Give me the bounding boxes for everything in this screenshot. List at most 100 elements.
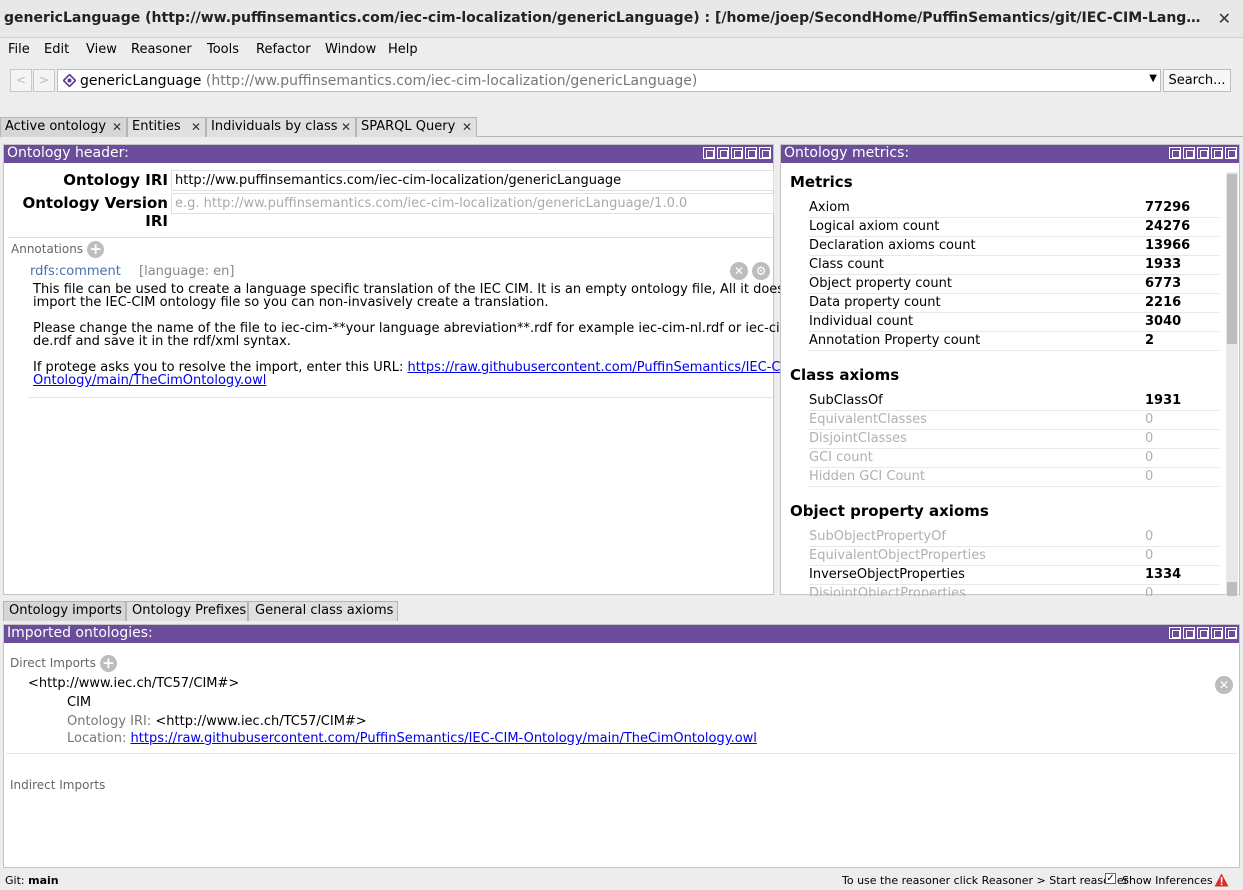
minimize-icon[interactable] [1197,147,1209,159]
ontology-metrics-view: Ontology metrics: Metrics Axiom 77296 Log… [780,144,1240,596]
maximize-icon[interactable] [745,147,757,159]
split-icon[interactable] [717,147,729,159]
ontology-header-view: Ontology header: Ontology IRI http://ww.… [3,144,800,595]
menu-help[interactable]: Help [388,42,418,57]
import-url-link-continued[interactable]: Ontology/main/TheCimOntology.owl [33,373,266,388]
git-label: Git: [5,874,25,887]
ontology-icon [63,74,76,87]
metric-row: Annotation Property count 2 [809,332,1219,351]
close-tab-icon[interactable]: ✕ [191,118,201,136]
view-header: Ontology metrics: [781,145,1239,163]
scrollbar-thumb[interactable] [1227,174,1237,344]
status-bar: Git: main To use the reasoner click Reas… [0,870,1243,890]
tab-ontology-prefixes[interactable]: Ontology Prefixes [126,601,248,621]
indirect-imports-label: Indirect Imports [10,778,106,792]
entity-iri: (http://ww.puffinsemantics.com/iec-cim-l… [205,73,698,89]
menu-window[interactable]: Window [325,42,376,57]
tab-sparql-query[interactable]: SPARQL Query ✕ [356,117,477,137]
back-button[interactable]: < [10,69,32,92]
ontology-version-iri-field[interactable]: e.g. http://ww.puffinsemantics.com/iec-c… [171,193,774,214]
show-inferences-checkbox[interactable]: ✓ [1105,873,1116,884]
location-link[interactable]: https://raw.githubusercontent.com/Puffin… [131,731,757,746]
menu-tools[interactable]: Tools [207,42,239,57]
ontology-iri-caption: Ontology IRI: [67,714,152,729]
close-tab-icon[interactable]: ✕ [112,118,122,136]
menu-view[interactable]: View [86,42,117,57]
warning-icon[interactable] [1214,873,1229,887]
metric-row: EquivalentClasses 0 [809,411,1219,430]
forward-button[interactable]: > [33,69,55,92]
menu-bar: File Edit View Reasoner Tools Refactor W… [0,38,1243,62]
metrics-section-title: Class axioms [790,366,900,384]
search-button[interactable]: Search... [1163,69,1231,92]
close-view-icon[interactable] [759,147,771,159]
close-view-icon[interactable] [1225,627,1237,639]
help-icon[interactable] [703,147,715,159]
menu-edit[interactable]: Edit [44,42,69,57]
help-icon[interactable] [1169,147,1181,159]
ontology-iri-field[interactable]: http://ww.puffinsemantics.com/iec-cim-lo… [171,170,774,191]
metric-row: Axiom 77296 [809,199,1219,218]
navigation-bar: < > genericLanguage (http://ww.puffinsem… [0,62,1243,100]
tab-entities[interactable]: Entities ✕ [127,117,206,137]
direct-imports-label: Direct Imports [10,656,96,670]
annotation-language: [language: en] [139,264,235,279]
maximize-icon[interactable] [1211,147,1223,159]
metric-row: InverseObjectProperties 1334 [809,566,1219,585]
split-icon[interactable] [1183,147,1195,159]
tab-individuals-by-class[interactable]: Individuals by class ✕ [206,117,356,137]
show-inferences-label[interactable]: Show Inferences [1122,874,1213,887]
import-iri[interactable]: <http://www.iec.ch/TC57/CIM#> [28,676,239,691]
divider [28,397,773,398]
metric-row: Data property count 2216 [809,294,1219,313]
main-tabs: Active ontology ✕ Entities ✕ Individuals b… [0,117,1243,137]
minimize-icon[interactable] [731,147,743,159]
imported-ontologies-view: Imported ontologies: Direct Imports + <h… [3,624,1240,868]
bottom-tabs: Ontology imports Ontology Prefixes Gener… [0,601,1243,621]
tab-general-class-axioms[interactable]: General class axioms [248,601,398,621]
metrics-section-title: Metrics [790,173,853,191]
active-entity-selector[interactable]: genericLanguage (http://ww.puffinsemanti… [57,69,1161,92]
close-view-icon[interactable] [1225,147,1237,159]
remove-import-icon[interactable]: ✕ [1215,676,1233,694]
metrics-list[interactable]: Metrics Axiom 77296 Logical axiom count 24… [782,164,1226,596]
ontology-iri-value: <http://www.iec.ch/TC57/CIM#> [155,714,367,729]
menu-refactor[interactable]: Refactor [256,42,311,57]
add-annotation-icon[interactable]: + [87,241,105,258]
tab-ontology-imports[interactable]: Ontology imports [3,601,126,621]
annotation-text-line: import the IEC-CIM ontology file so you … [33,295,549,310]
window-title: genericLanguage (http://ww.puffinsemanti… [4,10,1209,26]
import-name: CIM [67,695,92,710]
metric-row: DisjointClasses 0 [809,430,1219,449]
view-controls [1169,147,1237,161]
maximize-icon[interactable] [1211,627,1223,639]
git-branch: main [28,874,59,887]
annotation-text-line: Ontology/main/TheCimOntology.owl [33,374,266,387]
split-icon[interactable] [1183,627,1195,639]
scrollbar-thumb-bottom[interactable] [1227,582,1237,596]
menu-reasoner[interactable]: Reasoner [131,42,192,57]
import-url-link[interactable]: https://raw.githubusercontent.com/Puffin… [408,360,801,375]
close-tab-icon[interactable]: ✕ [341,118,351,136]
metric-row: GCI count 0 [809,449,1219,468]
metric-row: Hidden GCI Count 0 [809,468,1219,487]
delete-annotation-icon[interactable]: ✕ [730,262,748,280]
minimize-icon[interactable] [1197,627,1209,639]
annotations-section: Annotations + rdfs:comment [language: en… [8,237,800,595]
add-import-icon[interactable]: + [99,655,117,672]
metrics-scrollbar[interactable] [1226,172,1238,596]
annotation-property[interactable]: rdfs:comment [30,264,121,279]
close-tab-icon[interactable]: ✕ [462,118,472,136]
tab-active-ontology[interactable]: Active ontology ✕ [0,117,127,137]
edit-annotation-icon[interactable]: ⚙ [752,262,770,280]
annotations-label: Annotations [11,242,84,256]
window-close-icon[interactable]: ✕ [1218,9,1231,28]
metric-row: SubObjectPropertyOf 0 [809,528,1219,547]
menu-file[interactable]: File [8,42,30,57]
ontology-version-iri-label: Ontology Version IRI [22,194,168,230]
divider [6,753,1237,754]
dropdown-arrow-icon[interactable]: ▼ [1149,73,1157,84]
reasoner-hint: To use the reasoner click Reasoner > Sta… [842,874,1129,887]
help-icon[interactable] [1169,627,1181,639]
metric-row: EquivalentObjectProperties 0 [809,547,1219,566]
